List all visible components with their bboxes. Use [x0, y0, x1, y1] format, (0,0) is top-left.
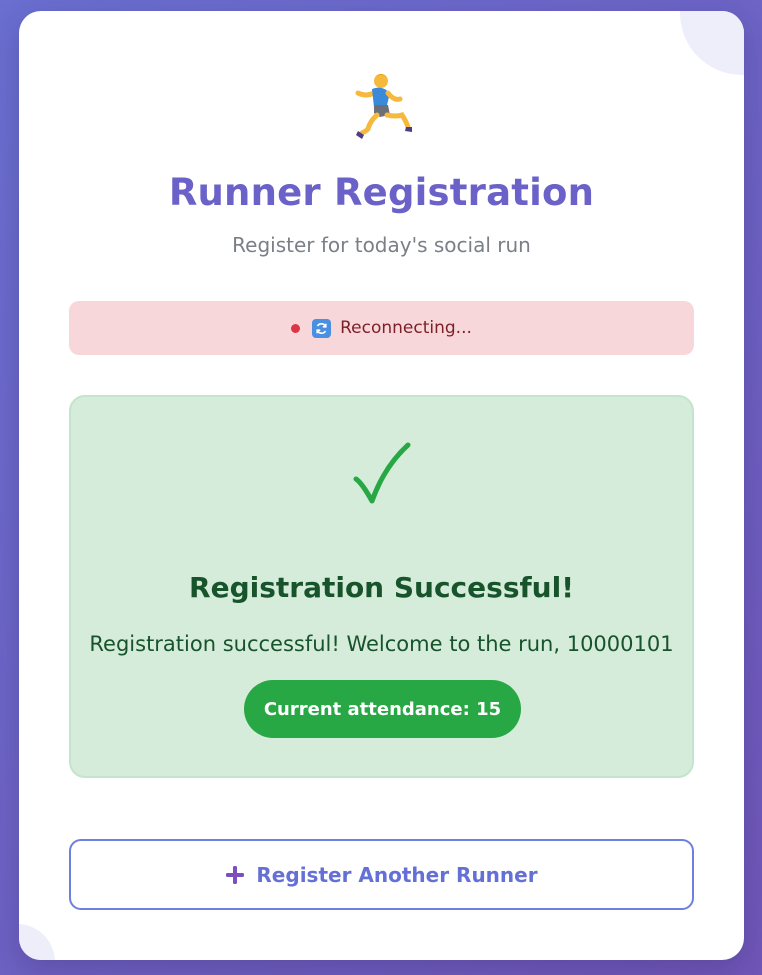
decorative-circle-top [680, 11, 744, 75]
registration-card: Runner Registration Register for today's… [19, 11, 744, 960]
connection-status-banner: Reconnecting... [69, 301, 694, 355]
success-title: Registration Successful! [189, 571, 574, 604]
decorative-circle-bottom [19, 924, 55, 960]
success-message: Registration successful! Welcome to the … [89, 632, 674, 656]
attendance-badge: Current attendance: 15 [244, 680, 521, 738]
page-subtitle: Register for today's social run [232, 233, 531, 257]
plus-icon [225, 865, 245, 885]
status-text: Reconnecting... [340, 318, 472, 338]
checkmark-icon [71, 439, 692, 509]
runner-icon [350, 71, 414, 151]
register-another-label: Register Another Runner [256, 862, 538, 887]
register-another-button[interactable]: Register Another Runner [69, 839, 694, 910]
refresh-icon [312, 318, 332, 338]
success-panel: Registration Successful! Registration su… [69, 395, 694, 778]
status-dot-icon [291, 323, 301, 333]
page-title: Runner Registration [168, 171, 595, 214]
